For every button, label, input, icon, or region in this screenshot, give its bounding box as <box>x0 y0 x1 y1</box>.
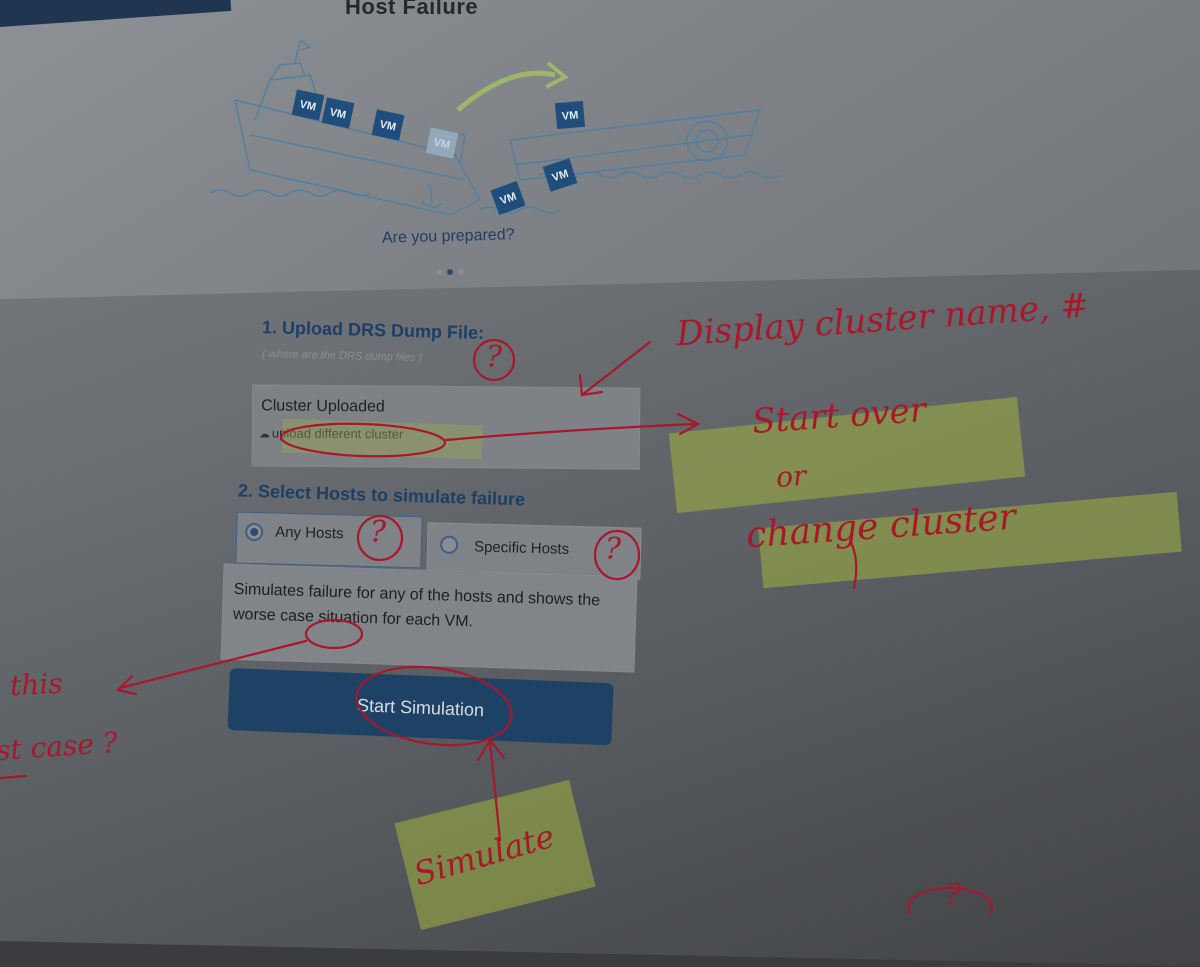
upload-status-text: Cluster Uploaded <box>261 397 385 416</box>
radio-selected-dot <box>250 527 259 537</box>
radio-specific-hosts[interactable] <box>439 535 459 555</box>
radio-any-hosts[interactable] <box>244 522 264 542</box>
start-simulation-button[interactable]: Start Simulation <box>227 668 614 746</box>
dump-files-help-link[interactable]: ( where are the DRS dump files ) <box>262 348 422 364</box>
option-any-hosts-label: Any Hosts <box>274 523 344 543</box>
upload-different-cluster-label: upload different cluster <box>271 425 404 442</box>
option-specific-hosts-label: Specific Hosts <box>473 538 570 558</box>
option-description: Simulates failure for any of the hosts a… <box>232 580 601 631</box>
step1-title: 1. Upload DRS Dump File: <box>261 317 485 343</box>
upload-icon: ☁ <box>258 428 270 441</box>
simulation-form: 1. Upload DRS Dump File: ( where are the… <box>0 0 1200 914</box>
step2-title: 2. Select Hosts to simulate failure <box>237 480 526 510</box>
upload-different-cluster-link[interactable]: ☁ upload different cluster <box>259 425 403 441</box>
upload-status-card: Cluster Uploaded ☁ upload different clust… <box>251 384 641 470</box>
option-description-card: Simulates failure for any of the hosts a… <box>220 563 638 673</box>
option-any-hosts[interactable]: Any Hosts <box>235 511 423 569</box>
